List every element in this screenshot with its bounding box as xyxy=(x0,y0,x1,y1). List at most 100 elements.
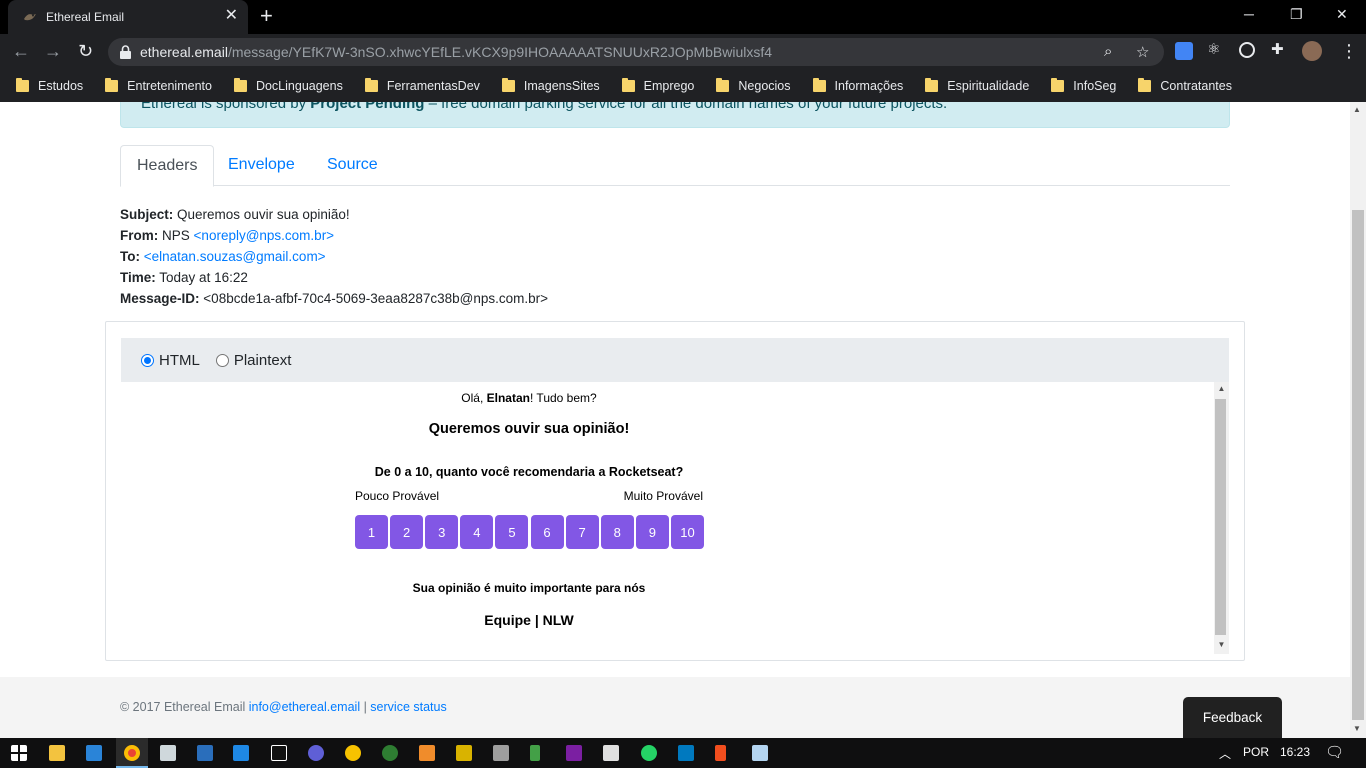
service-status-link[interactable]: service status xyxy=(370,700,446,714)
subject-value: Queremos ouvir sua opinião! xyxy=(177,207,350,222)
score-button-4[interactable]: 4 xyxy=(460,515,494,549)
app-icon[interactable] xyxy=(382,745,398,761)
store-icon[interactable] xyxy=(603,745,619,761)
reload-icon[interactable]: ↻ xyxy=(78,42,93,60)
bookmark-folder[interactable]: FerramentasDev xyxy=(364,78,480,93)
score-button-1[interactable]: 1 xyxy=(355,515,388,549)
scroll-up-icon[interactable]: ▲ xyxy=(1217,384,1226,393)
ethereal-favicon-icon xyxy=(24,14,36,21)
bookmark-folder[interactable]: Informações xyxy=(812,78,903,93)
page-scroll-thumb[interactable] xyxy=(1352,210,1364,720)
pycharm-icon[interactable] xyxy=(271,745,287,761)
address-bar[interactable]: ethereal.email/message/YEfK7W-3nSO.xhwcY… xyxy=(108,38,1164,66)
whatsapp-icon[interactable] xyxy=(641,745,657,761)
react-devtools-icon[interactable]: ⚛ xyxy=(1207,40,1225,58)
preview-scroll-thumb[interactable] xyxy=(1215,399,1226,635)
from-email-link[interactable]: <noreply@nps.com.br> xyxy=(194,228,335,243)
chart-app-icon[interactable] xyxy=(530,745,540,761)
xampp-icon[interactable] xyxy=(419,745,435,761)
beekeeper-icon[interactable] xyxy=(345,745,361,761)
search-icon[interactable]: ⌕ xyxy=(1104,43,1112,60)
feedback-button[interactable]: Feedback xyxy=(1183,697,1282,738)
bookmark-folder[interactable]: Entretenimento xyxy=(105,78,212,93)
browser-tab[interactable]: Ethereal Email ✕ xyxy=(8,0,248,34)
plaintext-radio-label[interactable]: Plaintext xyxy=(234,352,292,369)
file-explorer-icon[interactable] xyxy=(49,745,65,761)
bookmark-folder[interactable]: Estudos xyxy=(16,78,83,93)
insomnia-icon[interactable] xyxy=(456,745,472,761)
notepad-icon[interactable] xyxy=(160,745,176,761)
html-radio-label[interactable]: HTML xyxy=(159,352,200,369)
bookmark-folder[interactable]: InfoSeg xyxy=(1051,78,1116,93)
score-button-8[interactable]: 8 xyxy=(600,515,634,549)
extensions-puzzle-icon[interactable]: ✚ xyxy=(1271,40,1289,58)
minimize-icon[interactable]: ─ xyxy=(1244,6,1254,22)
view-mode-bar: HTML Plaintext xyxy=(121,338,1229,382)
app-icon[interactable] xyxy=(308,745,324,761)
notes-icon[interactable] xyxy=(752,745,768,761)
score-button-10[interactable]: 10 xyxy=(670,515,704,549)
tray-chevron-icon[interactable]: ︿ xyxy=(1219,745,1231,762)
url-path: /message/YEfK7W-3nSO.xhwcYEfLE.vKCX9p9IH… xyxy=(227,44,773,60)
score-button-3[interactable]: 3 xyxy=(425,515,459,549)
clock[interactable]: 16:23 xyxy=(1280,745,1310,759)
bookmark-folder[interactable]: Emprego xyxy=(621,78,694,93)
mail-icon[interactable] xyxy=(86,745,102,761)
page-scroll-up-icon[interactable]: ▲ xyxy=(1353,105,1361,114)
tab-headers[interactable]: Headers xyxy=(120,145,215,187)
notifications-icon[interactable]: 🗨 xyxy=(1325,743,1344,761)
greeting: Olá, Elnatan! Tudo bem? xyxy=(461,391,597,405)
score-button-7[interactable]: 7 xyxy=(565,515,599,549)
profile-avatar[interactable] xyxy=(1302,41,1322,61)
back-icon[interactable]: ← xyxy=(12,42,30,60)
scroll-down-icon[interactable]: ▼ xyxy=(1217,640,1226,649)
folder-icon xyxy=(1051,78,1065,92)
bookmarks-bar: Estudos Entretenimento DocLinguagens Fer… xyxy=(0,70,1366,102)
score-button-9[interactable]: 9 xyxy=(635,515,669,549)
email-content: Olá, Elnatan! Tudo bem? Queremos ouvir s… xyxy=(354,382,704,628)
onenote-icon[interactable] xyxy=(566,745,582,761)
figma-icon[interactable] xyxy=(715,745,726,761)
bookmark-folder[interactable]: Negocios xyxy=(716,78,791,93)
chrome-icon[interactable] xyxy=(124,745,140,761)
trello-icon[interactable] xyxy=(678,745,694,761)
score-buttons: 1 2 3 4 5 6 7 8 9 10 xyxy=(354,515,704,549)
tab-close-icon[interactable]: ✕ xyxy=(225,8,238,24)
tab-envelope[interactable]: Envelope xyxy=(212,145,311,186)
preview-scrollbar[interactable]: ▲ ▼ xyxy=(1214,382,1229,654)
score-button-6[interactable]: 6 xyxy=(530,515,564,549)
bookmark-folder[interactable]: ImagensSites xyxy=(501,78,600,93)
email-preview-frame: Olá, Elnatan! Tudo bem? Queremos ouvir s… xyxy=(121,382,1229,654)
restore-icon[interactable]: ❐ xyxy=(1290,6,1303,23)
footer-email-link[interactable]: info@ethereal.email xyxy=(249,700,360,714)
record-extension-icon[interactable] xyxy=(1239,42,1255,58)
calculator-icon[interactable] xyxy=(493,745,509,761)
folder-icon xyxy=(16,78,29,92)
plaintext-radio[interactable] xyxy=(215,353,229,367)
tab-source[interactable]: Source xyxy=(311,145,394,186)
bookmark-folder[interactable]: DocLinguagens xyxy=(233,78,343,93)
powershell-icon[interactable] xyxy=(197,745,213,761)
translate-extension-icon[interactable] xyxy=(1175,42,1193,60)
bookmark-folder[interactable]: Contratantes xyxy=(1138,78,1232,93)
forward-icon[interactable]: → xyxy=(44,42,62,60)
nps-question: De 0 a 10, quanto você recomendaria a Ro… xyxy=(374,465,684,479)
window-close-icon[interactable]: ✕ xyxy=(1336,6,1348,23)
page-scroll-down-icon[interactable]: ▼ xyxy=(1353,724,1361,733)
bookmark-folder[interactable]: Espiritualidade xyxy=(925,78,1029,93)
page-scrollbar[interactable]: ▲ ▼ xyxy=(1350,102,1366,738)
score-button-2[interactable]: 2 xyxy=(390,515,424,549)
browser-toolbar: ← → ↻ ethereal.email/message/YEfK7W-3nSO… xyxy=(0,34,1366,70)
vscode-icon[interactable] xyxy=(233,745,249,761)
html-radio[interactable] xyxy=(141,353,154,367)
to-row: To: <elnatan.souzas@gmail.com> xyxy=(120,249,326,264)
score-button-5[interactable]: 5 xyxy=(495,515,529,549)
language-indicator[interactable]: POR xyxy=(1243,745,1269,759)
bookmark-star-icon[interactable]: ☆ xyxy=(1136,43,1149,61)
new-tab-icon[interactable]: + xyxy=(260,5,273,27)
windows-start-icon[interactable] xyxy=(11,745,27,761)
sponsor-link[interactable]: Project Pending xyxy=(310,102,424,112)
to-email-link[interactable]: <elnatan.souzas@gmail.com> xyxy=(144,249,326,264)
menu-kebab-icon[interactable]: ⋮ xyxy=(1340,42,1358,60)
sponsor-banner: Ethereal is sponsored by Project Pending… xyxy=(120,102,1230,128)
